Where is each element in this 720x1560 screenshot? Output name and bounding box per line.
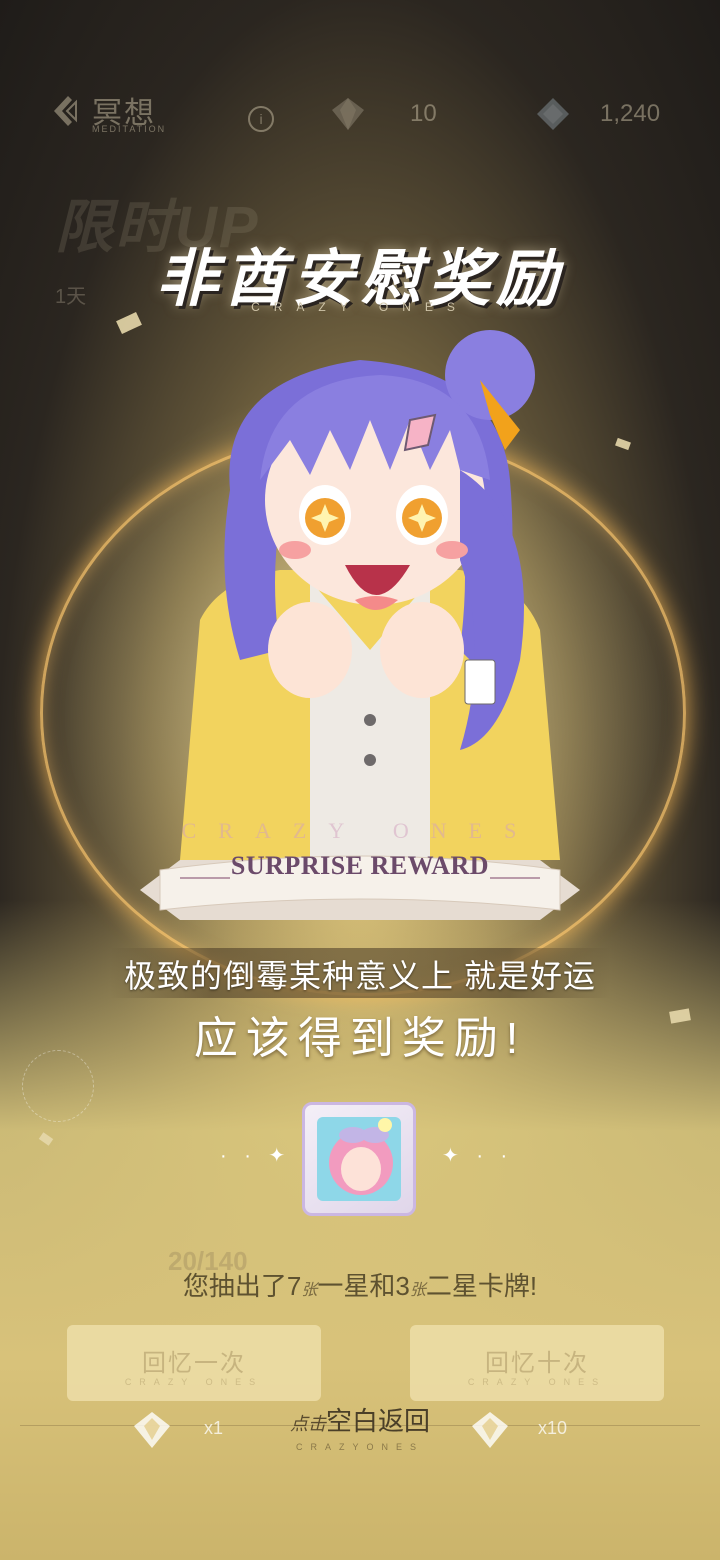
- card-portrait-icon: [317, 1117, 401, 1201]
- character-illustration: [180, 330, 560, 860]
- tap-hand-text: 点击: [289, 1414, 326, 1434]
- page-subtitle: MEDITATION: [92, 124, 167, 134]
- crystal-count: 10: [410, 100, 437, 127]
- tap-to-return[interactable]: 点击空白返回: [0, 1401, 720, 1438]
- surprise-reward-label: SURPRISE REWARD: [230, 851, 490, 880]
- reward-message: 应该得到奖励!: [193, 1014, 527, 1063]
- reward-subtitle: CRAZY ONES: [251, 300, 469, 314]
- draw-result: 您抽出了7张一星和3张二星卡牌!: [0, 1266, 720, 1303]
- back-icon[interactable]: [50, 94, 84, 128]
- crystal-currency-icon: [332, 98, 364, 130]
- tap-return-sub: CRAZYONES: [295, 1442, 424, 1452]
- gem-currency-icon: [537, 98, 569, 130]
- decoration-circle: [22, 1050, 94, 1122]
- sparkle-right-icon: ✦ · ·: [442, 1145, 514, 1167]
- result-prefix: 您抽出了7: [182, 1271, 302, 1301]
- gem-count: 1,240: [600, 100, 661, 127]
- draw-ten-sub: CRAZY ONES: [467, 1377, 607, 1387]
- tap-return-label: 空白返回: [325, 1406, 430, 1436]
- top-bar: 冥想 MEDITATION i 10 1,240: [0, 80, 720, 150]
- draw-one-button[interactable]: 回忆一次 CRAZY ONES: [67, 1325, 321, 1401]
- draw-one-label: 回忆一次: [142, 1350, 246, 1377]
- reward-card[interactable]: [302, 1102, 416, 1216]
- sparkle-left-icon: · · ✦: [220, 1145, 292, 1167]
- draw-one-sub: CRAZY ONES: [124, 1377, 264, 1387]
- result-unit: 张: [301, 1282, 318, 1299]
- draw-ten-label: 回忆十次: [485, 1350, 589, 1377]
- draw-ten-button[interactable]: 回忆十次 CRAZY ONES: [410, 1325, 664, 1401]
- info-icon[interactable]: i: [248, 106, 274, 132]
- shard-decoration: [615, 437, 631, 451]
- consolation-message: 极致的倒霉某种意义上 就是好运: [124, 958, 596, 994]
- result-unit-2: 张: [409, 1282, 426, 1299]
- ribbon-ghost-text: CRAZY ONES: [181, 818, 539, 843]
- result-middle: 一星和3: [317, 1271, 410, 1301]
- result-suffix: 二星卡牌!: [425, 1271, 538, 1301]
